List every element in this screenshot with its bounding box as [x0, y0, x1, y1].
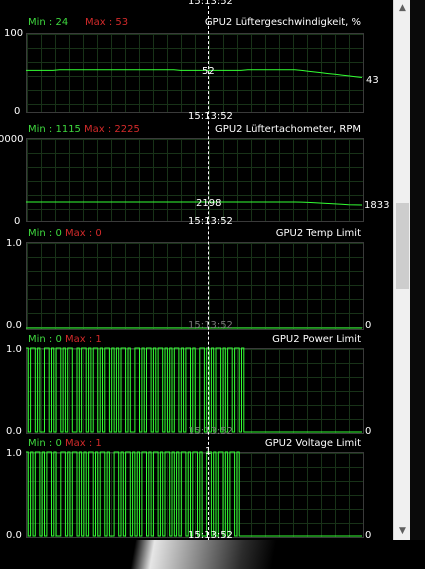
current-value: 1833	[364, 200, 390, 211]
graph-title: GPU2 Temp Limit	[275, 228, 361, 239]
time-cursor-line[interactable]	[208, 6, 209, 540]
min-label: Min : 1115	[28, 124, 81, 135]
graph-title: GPU2 Voltage Limit	[264, 438, 361, 449]
time-label-bottom: 15:13:52	[188, 530, 233, 540]
graph-title: GPU2 Lüftergeschwindigkeit, %	[204, 17, 361, 28]
fan-rpm-trace	[26, 201, 363, 206]
max-label: Max : 53	[85, 17, 129, 28]
time-label-top: 15:13:52	[188, 216, 233, 227]
max-label: Max : 2225	[84, 124, 140, 135]
fan-speed-trace	[26, 69, 363, 78]
y-axis-max-label: 1.0	[6, 238, 22, 249]
scroll-up-arrow-icon[interactable]: ▲	[394, 0, 411, 17]
y-axis-max-label: 100	[4, 28, 24, 39]
y-axis-max-label: 1.0	[6, 344, 22, 355]
graph-title: GPU2 Power Limit	[272, 334, 361, 345]
y-axis-max-label: 1.0	[6, 448, 22, 459]
fan-rpm-line	[26, 201, 363, 206]
y-axis-min-label: 0.0	[6, 530, 22, 540]
hardware-monitor-graphs: 15:13:52 Min : 24 Max : 53 GPU2 Lüfterge…	[0, 0, 393, 540]
min-label: Min : 0	[28, 438, 62, 449]
power-limit-trace	[26, 347, 362, 433]
panel-temp-limit: 15:13:52 Min : 0 Max : 0 GPU2 Temp Limit…	[0, 216, 393, 334]
current-value: 43	[366, 75, 379, 86]
min-label: Min : 0	[28, 334, 62, 345]
current-value: 0	[365, 530, 372, 540]
min-label: Min : 0	[28, 228, 62, 239]
scroll-down-arrow-icon[interactable]: ▼	[394, 523, 411, 540]
voltage-limit-line	[26, 451, 362, 537]
max-label: Max : 1	[65, 438, 102, 449]
temp-limit-trace	[26, 327, 362, 329]
panel-voltage-limit: Min : 0 Max : 1 GPU2 Voltage Limit 1.0 0…	[0, 426, 393, 540]
voltage-limit-trace	[26, 451, 362, 537]
fan-speed-line	[26, 69, 363, 78]
vertical-scrollbar[interactable]: ▲ ▼	[393, 0, 411, 540]
max-label: Max : 1	[65, 334, 102, 345]
max-label: Max : 0	[65, 228, 102, 239]
power-limit-line	[26, 347, 362, 433]
y-axis-max-label: 0000	[0, 134, 24, 145]
scroll-thumb[interactable]	[396, 203, 409, 289]
window-edge	[410, 0, 425, 540]
min-label: Min : 24	[28, 17, 69, 28]
panel-power-limit: Min : 0 Max : 1 GPU2 Power Limit 1.0 0.0…	[0, 322, 393, 438]
desktop-wallpaper-streak	[110, 540, 425, 569]
time-label-top: 15:13:52	[188, 0, 233, 7]
time-label-top: 15:13:52	[188, 111, 233, 122]
graph-title: GPU2 Lüftertachometer, RPM	[215, 124, 361, 135]
panel-fan-speed: 15:13:52 Min : 24 Max : 53 GPU2 Lüfterge…	[0, 0, 393, 117]
panel-fan-rpm: 15:13:52 Min : 1115 Max : 2225 GPU2 Lüft…	[0, 110, 393, 227]
